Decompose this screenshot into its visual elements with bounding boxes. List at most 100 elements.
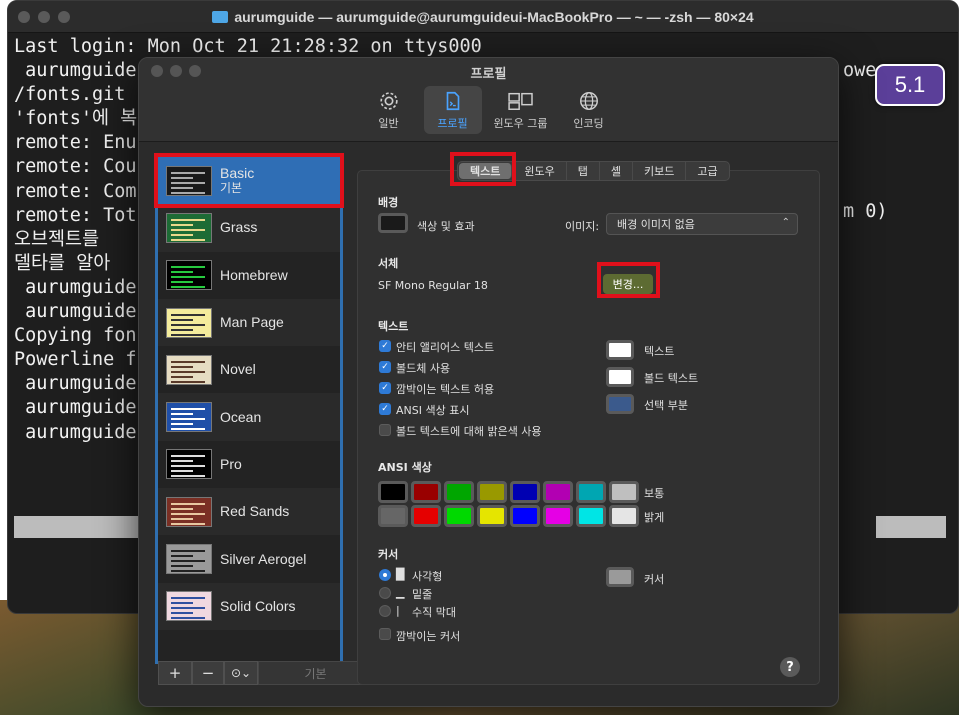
toolbar-window-groups-label: 윈도우 그룹 bbox=[493, 117, 548, 130]
profile-name: Pro bbox=[220, 455, 242, 472]
set-default-button[interactable]: 기본 bbox=[258, 661, 373, 685]
profile-name: Silver Aerogel bbox=[220, 550, 307, 567]
text-option-label: ANSI 색상 표시 bbox=[396, 404, 470, 417]
tab-shell-label: 셸 bbox=[610, 165, 621, 178]
profile-thumbnail bbox=[166, 165, 212, 196]
profile-thumbnail bbox=[166, 544, 212, 575]
profile-list[interactable]: Basic 기본 Grass Homebrew Man Page Novel Ocean Pr… bbox=[155, 154, 343, 664]
close-button[interactable] bbox=[18, 11, 30, 23]
ansi-bright-color-well[interactable] bbox=[609, 505, 639, 527]
terminal-line: Last login: Mon Oct 21 21:28:32 on ttys0… bbox=[14, 36, 482, 57]
more-options-button[interactable]: ⊙⌄ bbox=[224, 661, 258, 685]
tab-keyboard[interactable]: 키보드 bbox=[633, 162, 687, 180]
ansi-bright-color-well[interactable] bbox=[477, 505, 507, 527]
profile-default-label: 기본 bbox=[220, 180, 243, 195]
profile-item-solid-colors[interactable]: Solid Colors bbox=[158, 582, 340, 630]
ansi-normal-color-well[interactable] bbox=[477, 481, 507, 503]
tab-advanced-label: 고급 bbox=[697, 165, 718, 178]
profile-item-ocean[interactable]: Ocean bbox=[158, 393, 340, 441]
add-profile-label: + bbox=[168, 664, 182, 682]
tab-keyboard-label: 키보드 bbox=[644, 165, 675, 178]
text-option-checkbox[interactable]: ✓ bbox=[379, 403, 391, 415]
profile-item-grass[interactable]: Grass bbox=[158, 204, 340, 252]
tab-window[interactable]: 윈도우 bbox=[513, 162, 567, 180]
toolbar-encoding[interactable]: 인코딩 bbox=[560, 86, 618, 134]
background-section-title: 배경 bbox=[378, 196, 399, 209]
background-color-well[interactable] bbox=[378, 213, 408, 233]
text-color-well[interactable] bbox=[606, 340, 634, 360]
profile-item-man-page[interactable]: Man Page bbox=[158, 298, 340, 347]
cursor-style-label: 사각형 bbox=[412, 570, 443, 583]
ansi-section-title: ANSI 색상 bbox=[378, 461, 432, 474]
cursor-color-well[interactable] bbox=[606, 567, 634, 587]
profile-item-basic[interactable]: Basic 기본 bbox=[158, 157, 340, 205]
toolbar-general[interactable]: 일반 bbox=[360, 86, 418, 134]
text-option-checkbox[interactable] bbox=[379, 424, 391, 436]
color-effects-label: 색상 및 효과 bbox=[417, 220, 475, 233]
background-image-value: 배경 이미지 없음 bbox=[617, 218, 695, 231]
remove-profile-button[interactable]: − bbox=[192, 661, 224, 685]
tab-tab-label: 탭 bbox=[577, 165, 588, 178]
cursor-style-radio[interactable] bbox=[379, 587, 391, 599]
globe-icon bbox=[579, 92, 598, 110]
ansi-bright-color-well[interactable] bbox=[543, 505, 573, 527]
background-image-select[interactable]: 배경 이미지 없음 ⌃ bbox=[606, 213, 798, 235]
change-font-highlight bbox=[597, 262, 660, 298]
preferences-title: 프로필 bbox=[470, 66, 507, 81]
cursor-style-label: 밑줄 bbox=[412, 588, 433, 601]
cursor-style-radio[interactable] bbox=[379, 605, 391, 617]
text-color-label: 텍스트 bbox=[644, 345, 675, 358]
help-button[interactable]: ? bbox=[780, 657, 800, 677]
ansi-bright-color-well[interactable] bbox=[378, 505, 408, 527]
terminal-highlight-bar bbox=[14, 516, 144, 538]
blink-cursor-checkbox[interactable] bbox=[379, 628, 391, 640]
tab-window-label: 윈도우 bbox=[524, 165, 555, 178]
tab-advanced[interactable]: 고급 bbox=[686, 162, 728, 180]
text-color-well[interactable] bbox=[606, 367, 634, 387]
profile-item-homebrew[interactable]: Homebrew bbox=[158, 252, 340, 299]
ansi-bright-color-well[interactable] bbox=[576, 505, 606, 527]
ansi-bright-color-well[interactable] bbox=[411, 505, 441, 527]
profile-item-red-sands[interactable]: Red Sands bbox=[158, 488, 340, 536]
terminal-fragment: owe bbox=[843, 60, 877, 81]
text-option-checkbox[interactable]: ✓ bbox=[379, 382, 391, 394]
version-badge: 5.1 bbox=[875, 64, 945, 106]
ansi-normal-color-well[interactable] bbox=[411, 481, 441, 503]
toolbar-profiles[interactable]: 프로필 bbox=[423, 86, 482, 134]
minimize-button[interactable] bbox=[38, 11, 50, 23]
profile-item-novel[interactable]: Novel bbox=[158, 346, 340, 393]
terminal-titlebar[interactable]: aurumguide — aurumguide@aurumguideui-Mac… bbox=[8, 1, 958, 33]
ansi-normal-color-well[interactable] bbox=[378, 481, 408, 503]
text-option-checkbox[interactable]: ✓ bbox=[379, 340, 391, 352]
ansi-bright-color-well[interactable] bbox=[510, 505, 540, 527]
ansi-bright-color-well[interactable] bbox=[444, 505, 474, 527]
tab-shell[interactable]: 셸 bbox=[600, 162, 633, 180]
terminal-title: aurumguide — aurumguide@aurumguideui-Mac… bbox=[212, 9, 754, 25]
cursor-style-radio[interactable] bbox=[379, 569, 391, 581]
text-section-title: 텍스트 bbox=[378, 320, 409, 333]
ansi-normal-color-well[interactable] bbox=[543, 481, 573, 503]
tab-tab[interactable]: 탭 bbox=[567, 162, 600, 180]
text-tab-highlight bbox=[450, 152, 516, 186]
cursor-glyph: ▁ bbox=[396, 586, 405, 599]
profile-name: Red Sands bbox=[220, 503, 290, 520]
profile-item-silver-aerogel[interactable]: Silver Aerogel bbox=[158, 535, 340, 582]
font-section-title: 서체 bbox=[378, 257, 399, 270]
ansi-normal-color-well[interactable] bbox=[510, 481, 540, 503]
profile-name-wrap: Pro bbox=[220, 455, 242, 472]
profile-name-wrap: Solid Colors bbox=[220, 598, 295, 614]
profile-name: Grass bbox=[220, 219, 258, 236]
profile-item-pro[interactable]: Pro bbox=[158, 441, 340, 488]
ansi-normal-color-well[interactable] bbox=[609, 481, 639, 503]
document-icon bbox=[446, 91, 459, 111]
text-color-well[interactable] bbox=[606, 394, 634, 414]
ansi-normal-color-well[interactable] bbox=[444, 481, 474, 503]
profile-name-wrap: Silver Aerogel bbox=[220, 550, 307, 567]
folder-icon bbox=[212, 10, 229, 23]
toolbar-window-groups[interactable]: 윈도우 그룹 bbox=[488, 86, 554, 134]
profile-name-wrap: Ocean bbox=[220, 409, 261, 425]
add-profile-button[interactable]: + bbox=[158, 661, 192, 685]
text-option-checkbox[interactable]: ✓ bbox=[379, 361, 391, 373]
ansi-normal-color-well[interactable] bbox=[576, 481, 606, 503]
zoom-button[interactable] bbox=[58, 11, 70, 23]
